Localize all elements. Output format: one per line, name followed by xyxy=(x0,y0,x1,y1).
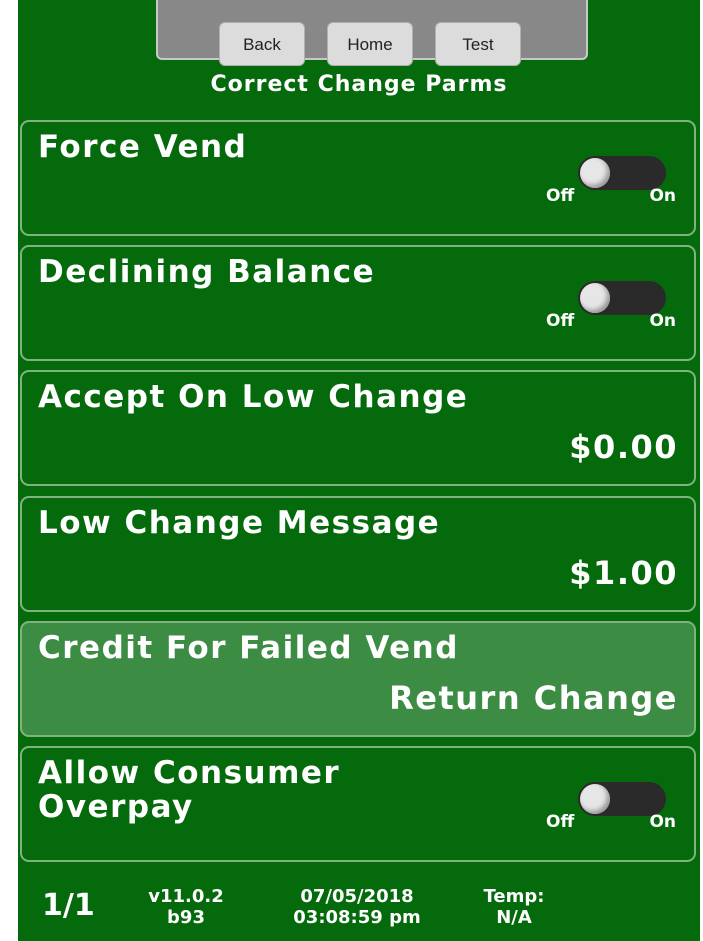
toggle-off-label: Off xyxy=(546,812,575,832)
force-vend-toggle[interactable]: Off On xyxy=(546,152,676,212)
temp-label: Temp: xyxy=(483,886,545,907)
setting-label: Low Change Message xyxy=(38,505,441,541)
setting-label: Accept On Low Change xyxy=(38,379,469,415)
toggle-on-label: On xyxy=(649,812,676,832)
setting-low-change-message[interactable]: Low Change Message $1.00 xyxy=(20,496,696,612)
version-number: v11.0.2 xyxy=(148,886,224,907)
toggle-off-label: Off xyxy=(546,311,575,331)
setting-credit-for-failed-vend[interactable]: Credit For Failed Vend Return Change xyxy=(20,621,696,737)
setting-value: $0.00 xyxy=(569,428,678,466)
setting-force-vend[interactable]: Force Vend Off On xyxy=(20,120,696,236)
setting-allow-consumer-overpay[interactable]: Allow Consumer Overpay Off On xyxy=(20,746,696,862)
setting-label: Force Vend xyxy=(38,129,248,165)
setting-label: Declining Balance xyxy=(38,254,376,290)
date-text: 07/05/2018 xyxy=(300,886,414,907)
setting-value: $1.00 xyxy=(569,554,678,592)
setting-declining-balance[interactable]: Declining Balance Off On xyxy=(20,245,696,361)
declining-balance-toggle[interactable]: Off On xyxy=(546,277,676,337)
setting-label: Allow Consumer Overpay xyxy=(38,756,340,824)
setting-value: Return Change xyxy=(389,679,678,717)
setting-label: Credit For Failed Vend xyxy=(38,630,459,666)
screen: Back Home Test Correct Change Parms Forc… xyxy=(18,0,700,941)
setting-label-line-1: Allow Consumer xyxy=(38,755,341,791)
toggle-on-label: On xyxy=(649,311,676,331)
allow-consumer-overpay-toggle[interactable]: Off On xyxy=(546,778,676,838)
nav-bar: Back Home Test xyxy=(156,0,588,66)
home-button[interactable]: Home xyxy=(327,22,413,66)
datetime-info: 07/05/2018 03:08:59 pm xyxy=(268,886,446,928)
test-button[interactable]: Test xyxy=(435,22,521,66)
temp-value: N/A xyxy=(496,907,532,928)
back-button[interactable]: Back xyxy=(219,22,305,66)
toggle-knob xyxy=(580,784,610,814)
setting-label-line-2: Overpay xyxy=(38,789,194,825)
toggle-knob xyxy=(580,283,610,313)
screen-title: Correct Change Parms xyxy=(210,72,508,97)
version-info: v11.0.2 b93 xyxy=(148,886,224,928)
setting-accept-on-low-change[interactable]: Accept On Low Change $0.00 xyxy=(20,370,696,486)
temperature-info: Temp: N/A xyxy=(474,886,554,928)
toggle-knob xyxy=(580,158,610,188)
build-number: b93 xyxy=(167,907,205,928)
time-text: 03:08:59 pm xyxy=(293,907,421,928)
toggle-on-label: On xyxy=(649,186,676,206)
page-indicator: 1/1 xyxy=(42,888,95,923)
toggle-off-label: Off xyxy=(546,186,575,206)
